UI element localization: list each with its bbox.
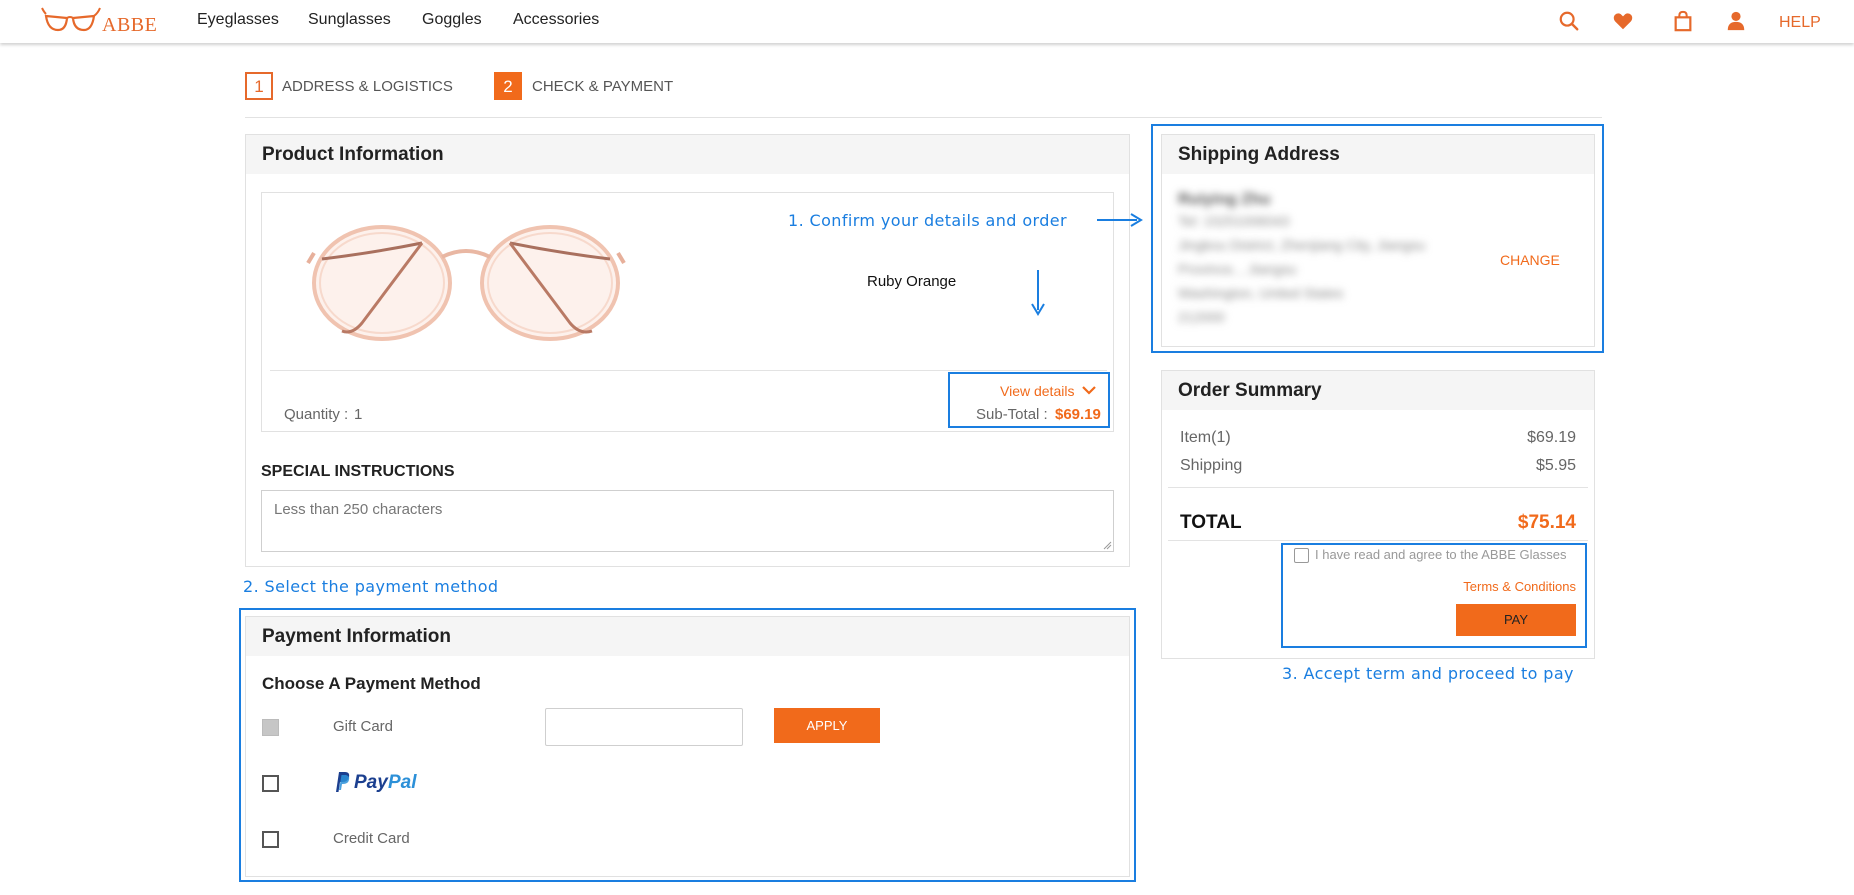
change-address-link[interactable]: CHANGE (1500, 252, 1560, 268)
shipping-address-panel: Shipping Address Ruiying Zhu Tel: 152510… (1161, 134, 1595, 347)
bag-icon[interactable] (1672, 10, 1694, 32)
pay-button[interactable]: PAY (1456, 604, 1576, 636)
total-label: TOTAL (1180, 512, 1242, 533)
gift-card-input[interactable] (545, 708, 743, 746)
nav-goggles[interactable]: Goggles (422, 11, 482, 29)
user-icon[interactable] (1725, 10, 1747, 32)
shipping-panel-header: Shipping Address (1162, 135, 1594, 174)
payment-information-panel: Payment Information Choose A Payment Met… (245, 616, 1130, 877)
agree-terms-checkbox[interactable] (1294, 548, 1309, 563)
nav-eyeglasses[interactable]: Eyeglasses (197, 11, 279, 29)
shipping-panel-title: Shipping Address (1178, 144, 1340, 165)
gift-card-checkbox[interactable] (262, 719, 279, 736)
product-card-divider (270, 370, 1107, 371)
summary-divider (1168, 487, 1588, 488)
product-color-name: Ruby Orange (867, 273, 957, 290)
step-2-number: 2 (494, 72, 522, 100)
arrow-down-icon (1031, 270, 1045, 316)
address-line-4: Washington, United States (1178, 285, 1344, 301)
nav-sunglasses[interactable]: Sunglasses (308, 11, 391, 29)
step-1-label[interactable]: ADDRESS & LOGISTICS (282, 78, 453, 95)
subtotal-value: $69.19 (1055, 406, 1101, 423)
annotation-accept-terms: 3. Accept term and proceed to pay (1282, 664, 1574, 683)
summary-item-label: Item(1) (1180, 429, 1231, 446)
total-value: $75.14 (1517, 512, 1576, 533)
step-1-number[interactable]: 1 (245, 72, 273, 100)
payment-panel-title: Payment Information (262, 626, 451, 647)
terms-conditions-link[interactable]: Terms & Conditions (1463, 579, 1576, 594)
order-summary-panel: Order Summary Item(1) $69.19 Shipping $5… (1161, 370, 1595, 659)
address-line-2: Jingkou District, Zhenjiang City, Jiangs… (1178, 237, 1426, 253)
summary-shipping-label: Shipping (1180, 457, 1243, 474)
address-line-5: 212000 (1178, 309, 1225, 325)
payment-panel-header: Payment Information (246, 617, 1129, 656)
heart-icon[interactable] (1612, 10, 1634, 32)
arrow-right-icon (1097, 213, 1143, 227)
summary-panel-header: Order Summary (1162, 371, 1594, 410)
choose-payment-method-title: Choose A Payment Method (262, 674, 481, 693)
view-details-link[interactable]: View details (1000, 383, 1074, 399)
product-panel-header: Product Information (246, 135, 1129, 174)
annotation-confirm-details: 1. Confirm your details and order (788, 211, 1068, 230)
annotation-select-payment: 2. Select the payment method (243, 577, 499, 596)
steps-divider (245, 117, 1602, 118)
summary-panel-title: Order Summary (1178, 380, 1322, 401)
resize-handle-icon[interactable] (1103, 541, 1112, 550)
special-instructions-textarea[interactable]: Less than 250 characters (261, 490, 1114, 552)
step-2-label: CHECK & PAYMENT (532, 78, 674, 95)
special-instructions-title: SPECIAL INSTRUCTIONS (261, 463, 455, 480)
product-panel-title: Product Information (262, 144, 444, 165)
paypal-logo-icon (336, 772, 350, 792)
instructions-placeholder: Less than 250 characters (274, 501, 443, 518)
logo-text: ABBE (102, 14, 158, 36)
recipient-name: Ruiying Zhu (1178, 191, 1271, 208)
agree-terms-text: I have read and agree to the ABBE Glasse… (1315, 547, 1567, 562)
paypal-text-pal: Pal (388, 772, 417, 793)
total-divider (1168, 540, 1588, 541)
quantity-label: Quantity : (284, 406, 349, 423)
quantity-value: 1 (354, 406, 363, 423)
address-line-3: Province, , Jiangsu (1178, 261, 1297, 277)
eyeglasses-product-image[interactable] (302, 223, 632, 343)
subtotal-label: Sub-Total : (976, 406, 1048, 423)
paypal-text-pay: Pay (354, 772, 388, 793)
paypal-checkbox[interactable] (262, 775, 279, 792)
glasses-logo-icon (41, 7, 101, 32)
chevron-down-icon[interactable] (1082, 384, 1096, 396)
credit-card-label: Credit Card (333, 830, 410, 847)
summary-shipping-value: $5.95 (1535, 457, 1576, 474)
summary-item-value: $69.19 (1527, 429, 1576, 446)
top-header: ABBE Eyeglasses Sunglasses Goggles Acces… (0, 0, 1854, 43)
nav-accessories[interactable]: Accessories (513, 11, 599, 29)
search-icon[interactable] (1558, 10, 1580, 32)
apply-gift-card-button[interactable]: APPLY (774, 708, 880, 743)
credit-card-checkbox[interactable] (262, 831, 279, 848)
abbe-logo[interactable]: ABBE (40, 4, 157, 38)
product-information-panel: Product Information Ruby Orange Quantity… (245, 134, 1130, 567)
gift-card-label: Gift Card (333, 718, 394, 735)
address-line-1: Tel: 15251006043 (1178, 213, 1290, 229)
help-link[interactable]: HELP (1779, 14, 1821, 32)
